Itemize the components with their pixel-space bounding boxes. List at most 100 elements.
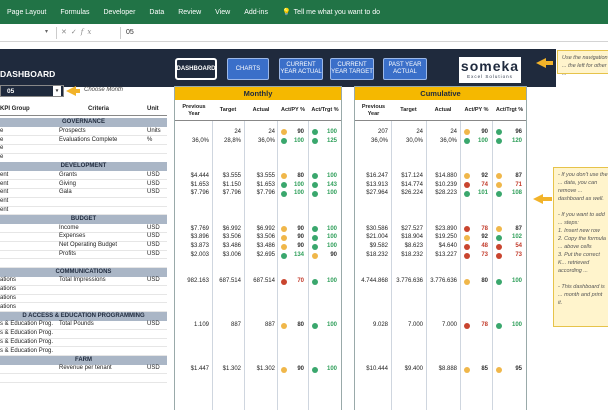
value-cell: 887 xyxy=(230,322,241,329)
status-dot-icon xyxy=(281,243,287,250)
percent-cell: 100 xyxy=(293,190,304,197)
status-dot-icon xyxy=(281,366,287,373)
arrow-shaft xyxy=(542,197,552,201)
name-box-dropdown-icon[interactable]: ▾ xyxy=(45,28,48,35)
value-cell: $8.888 xyxy=(438,366,457,373)
value-cell: $10.239 xyxy=(435,181,457,188)
ribbon-tab[interactable]: Data xyxy=(149,9,164,16)
nav-button-past-year-actual[interactable]: PAST YEAR ACTUAL xyxy=(383,58,427,80)
percent-cell: 108 xyxy=(511,190,522,197)
status-dot-icon xyxy=(496,278,502,285)
percent-cell: 90 xyxy=(297,366,304,373)
status-dot-icon xyxy=(312,278,318,285)
status-dot-icon xyxy=(496,173,502,180)
value-cell: $19.250 xyxy=(435,234,457,241)
value-cell: $1.653 xyxy=(190,181,209,188)
formula-input[interactable]: 05 xyxy=(126,29,134,36)
month-value: 05 xyxy=(7,88,15,95)
nav-button-current-year-actual[interactable]: CURRENT YEAR ACTUAL xyxy=(279,58,323,80)
chevron-down-icon[interactable]: ▾ xyxy=(53,86,61,96)
ribbon-tab[interactable]: Page Layout xyxy=(7,9,46,16)
percent-cell: 90 xyxy=(297,234,304,241)
divider xyxy=(56,27,57,39)
column-divider xyxy=(308,121,309,410)
ribbon-tab[interactable]: Add-ins xyxy=(244,9,268,16)
value-cell: $3.486 xyxy=(222,243,241,250)
value-cell: 24 xyxy=(450,128,457,135)
column-header: Act/PY % xyxy=(464,107,489,113)
cumulative-panel: Cumulative Previous Year Target Actual Act/… xyxy=(354,86,527,410)
nav-button-charts[interactable]: CHARTS xyxy=(227,58,269,80)
dashboard-header: DASHBOARD DASHBOARD CHARTS CURRENT YEAR AC… xyxy=(0,49,556,87)
percent-cell: 100 xyxy=(326,278,337,285)
percent-cell: 90 xyxy=(330,252,337,258)
percent-cell: 90 xyxy=(297,225,304,232)
value-cell: $1.653 xyxy=(256,181,275,188)
someka-logo: someka Excel Solutions xyxy=(459,57,521,83)
value-cell: $14.774 xyxy=(401,181,423,188)
percent-cell: 100 xyxy=(293,181,304,188)
status-dot-icon xyxy=(464,190,470,197)
arrow-shaft xyxy=(545,61,553,65)
value-cell: $13.227 xyxy=(435,252,457,258)
value-cell: $28.223 xyxy=(435,190,457,197)
value-cell: 24 xyxy=(268,128,275,135)
value-cell: $2.695 xyxy=(256,252,275,258)
percent-cell: 100 xyxy=(293,137,304,144)
percent-cell: 134 xyxy=(293,252,304,258)
percent-cell: 87 xyxy=(515,225,522,232)
status-dot-icon xyxy=(312,234,318,241)
value-cell: 7.000 xyxy=(441,322,457,329)
percent-cell: 90 xyxy=(297,128,304,135)
ribbon-tab[interactable]: Formulas xyxy=(60,9,89,16)
ribbon-tab[interactable]: View xyxy=(215,9,230,16)
status-dot-icon xyxy=(312,173,318,180)
value-cell: $1.150 xyxy=(222,181,241,188)
status-dot-icon xyxy=(496,243,502,250)
nav-button-dashboard[interactable]: DASHBOARD xyxy=(175,58,217,80)
value-cell: $13.913 xyxy=(366,181,388,188)
value-cell: $18.232 xyxy=(401,252,423,258)
status-dot-icon xyxy=(464,234,470,241)
value-cell: $14.880 xyxy=(435,172,457,179)
month-selector[interactable]: 05 ▾ xyxy=(0,85,64,97)
value-cell: $3.873 xyxy=(190,243,209,250)
percent-cell: 78 xyxy=(481,322,488,329)
ribbon-tab[interactable]: Developer xyxy=(104,9,136,16)
ribbon-tab[interactable]: Review xyxy=(178,9,201,16)
column-divider xyxy=(277,121,278,410)
status-dot-icon xyxy=(496,129,502,136)
status-dot-icon xyxy=(281,182,287,189)
tell-me-search[interactable]: 💡 Tell me what you want to do xyxy=(282,8,380,17)
percent-cell: 100 xyxy=(326,366,337,373)
header-divider xyxy=(175,120,341,121)
section-header: BUDGET xyxy=(0,214,167,224)
value-cell: $7.796 xyxy=(190,190,209,197)
status-dot-icon xyxy=(312,322,318,329)
row-divider xyxy=(0,381,167,383)
value-cell: $16.247 xyxy=(366,172,388,179)
percent-cell: 80 xyxy=(297,322,304,329)
value-cell: 687.514 xyxy=(253,278,275,285)
value-cell: $6.992 xyxy=(222,225,241,232)
status-dot-icon xyxy=(281,173,287,180)
percent-cell: 102 xyxy=(511,234,522,241)
status-dot-icon xyxy=(464,182,470,189)
header-divider xyxy=(355,120,526,121)
value-cell: $10.444 xyxy=(366,366,388,373)
percent-cell: 100 xyxy=(326,172,337,179)
percent-cell: 125 xyxy=(326,137,337,144)
formula-buttons[interactable]: ✕✓fx xyxy=(61,28,95,36)
status-dot-icon xyxy=(464,243,470,250)
percent-cell: 80 xyxy=(481,278,488,285)
section-header: D ACCESS & EDUCATION PROGRAMMING xyxy=(0,311,167,321)
value-cell: $30.586 xyxy=(366,225,388,232)
value-cell: 207 xyxy=(377,128,388,135)
value-cell: $3.506 xyxy=(222,234,241,241)
cumulative-title: Cumulative xyxy=(355,87,526,100)
nav-button-current-year-target[interactable]: CURRENT YEAR TARGET xyxy=(330,58,374,80)
status-dot-icon xyxy=(312,182,318,189)
column-header: Target xyxy=(400,107,417,113)
percent-cell: 85 xyxy=(481,366,488,373)
percent-cell: 100 xyxy=(477,137,488,144)
